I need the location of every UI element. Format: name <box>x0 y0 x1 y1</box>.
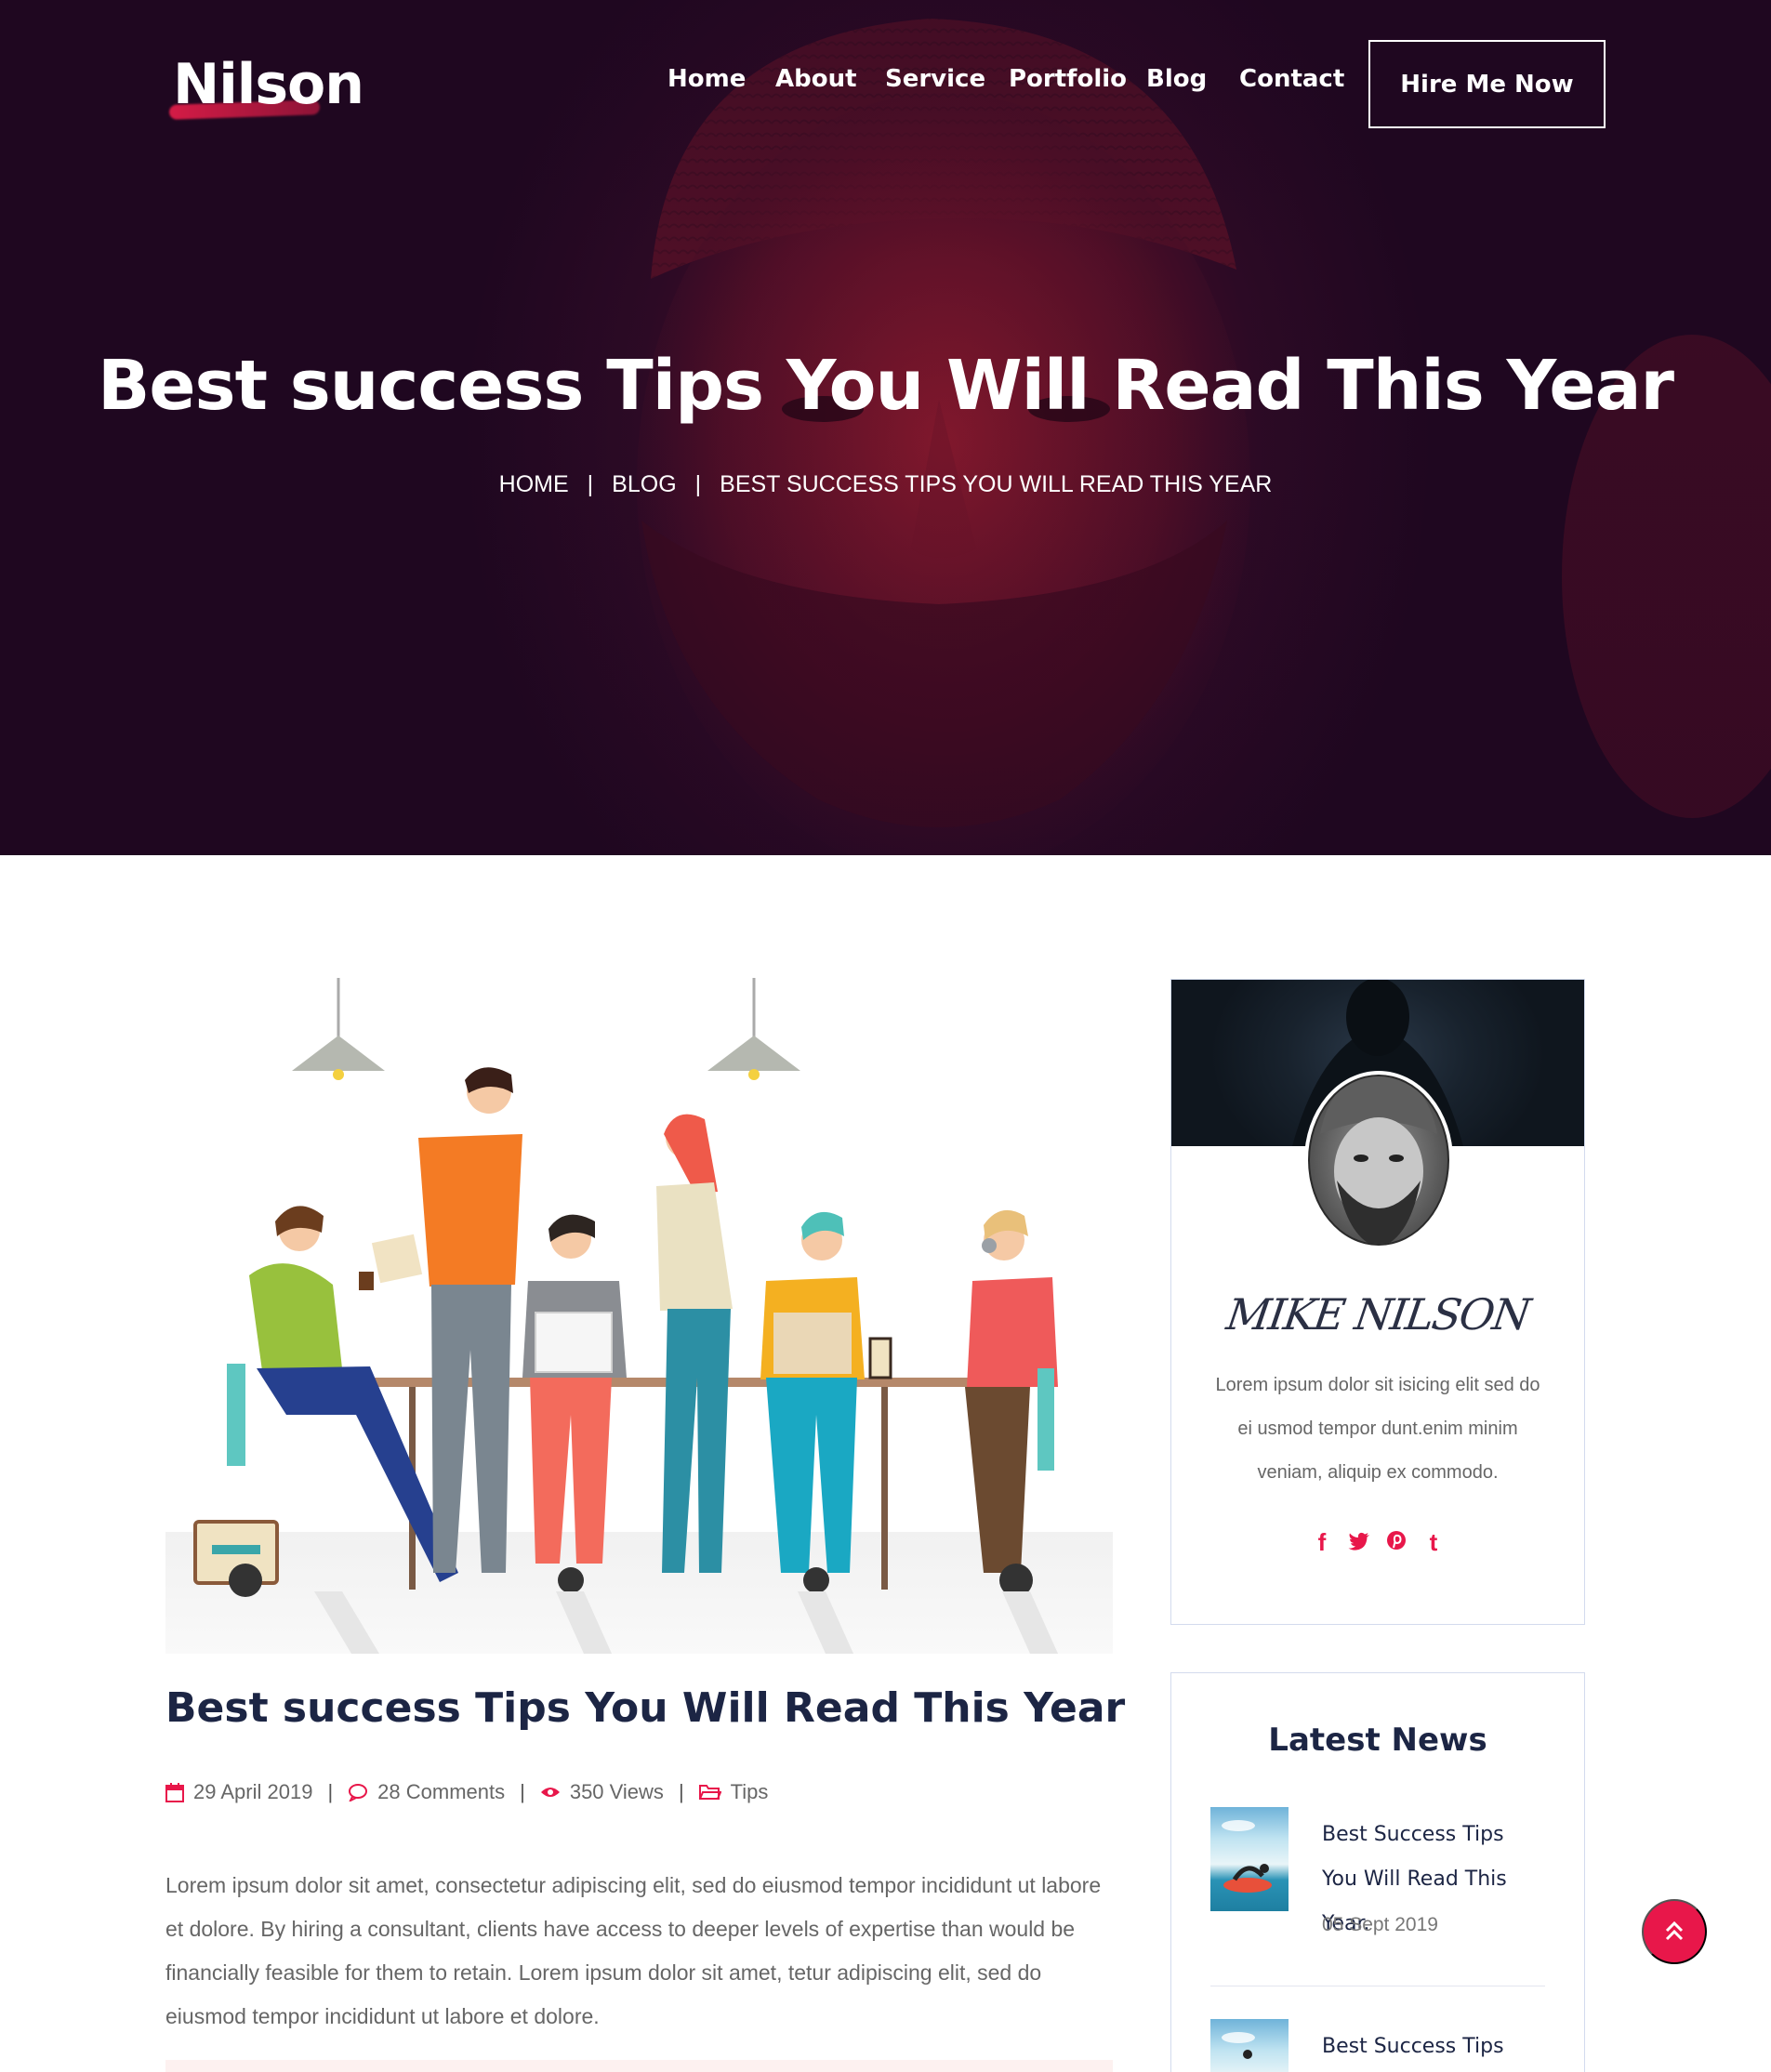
nav-blog[interactable]: Blog <box>1146 65 1207 93</box>
author-signature: MIKE NILSON <box>1223 1289 1532 1340</box>
comment-icon <box>348 1783 368 1801</box>
hero-banner: Nilson Home About Service Portfolio Blog… <box>0 0 1771 855</box>
team-meeting-illustration <box>165 978 1113 1654</box>
meta-separator: | <box>678 1780 684 1803</box>
post-category[interactable]: Tips <box>731 1780 769 1804</box>
nav-home[interactable]: Home <box>667 65 746 93</box>
author-social-links: f t <box>1171 1528 1584 1557</box>
news-title[interactable]: Best Success Tips You <box>1322 2025 1545 2072</box>
breadcrumb-current: BEST SUCCESS TIPS YOU WILL READ THIS YEA… <box>720 470 1273 497</box>
post-meta: 29 April 2019 | 28 Comments | 350 Views … <box>165 1780 768 1804</box>
nav-portfolio[interactable]: Portfolio <box>1009 65 1127 93</box>
news-item[interactable]: Best Success Tips You Will Read This Yea… <box>1210 1807 1545 1947</box>
double-chevron-up-icon <box>1664 1920 1685 1945</box>
post-comments[interactable]: 28 Comments <box>377 1780 505 1804</box>
folder-icon <box>698 1784 721 1801</box>
page-title: Best success Tips You Will Read This Yea… <box>97 346 1674 426</box>
latest-news-widget: Latest News Best Success Tips You Will R… <box>1170 1672 1585 2072</box>
author-widget: MIKE NILSON Lorem ipsum dolor sit isicin… <box>1170 979 1585 1625</box>
breadcrumb: HOME | BLOG | BEST SUCCESS TIPS YOU WILL REA… <box>0 470 1771 498</box>
pinterest-icon[interactable] <box>1383 1528 1409 1557</box>
meta-separator: | <box>520 1780 525 1803</box>
news-thumbnail[interactable] <box>1210 2019 1289 2072</box>
news-thumbnail[interactable] <box>1210 1807 1289 1911</box>
post-date: 29 April 2019 <box>193 1780 313 1803</box>
breadcrumb-home[interactable]: HOME <box>499 471 569 498</box>
site-logo[interactable]: Nilson <box>173 52 364 117</box>
latest-news-heading: Latest News <box>1268 1722 1487 1759</box>
post-featured-image <box>165 978 1113 1654</box>
eye-icon <box>540 1785 561 1800</box>
author-avatar <box>1303 1069 1454 1251</box>
calendar-icon <box>165 1782 184 1802</box>
nav-contact[interactable]: Contact <box>1239 65 1344 93</box>
breadcrumb-separator: | <box>694 470 702 497</box>
scroll-to-top-button[interactable] <box>1642 1899 1707 1964</box>
nav-about[interactable]: About <box>775 65 857 93</box>
hire-me-button[interactable]: Hire Me Now <box>1368 40 1606 128</box>
twitter-icon[interactable] <box>1346 1528 1372 1557</box>
facebook-icon[interactable]: f <box>1309 1528 1335 1557</box>
news-item[interactable]: Best Success Tips You <box>1210 2019 1545 2072</box>
post-excerpt: Lorem ipsum dolor sit amet, consectetur … <box>165 1873 1102 2028</box>
quote-block <box>165 2060 1113 2072</box>
meta-separator: | <box>327 1780 334 1803</box>
author-bio: Lorem ipsum dolor sit isicing elit sed d… <box>1215 1375 1540 1483</box>
post-views: 350 Views <box>569 1780 664 1803</box>
post-title[interactable]: Best success Tips You Will Read This Yea… <box>165 1684 1125 1732</box>
nav-service[interactable]: Service <box>885 65 985 93</box>
hero-overlay <box>0 0 1771 855</box>
news-date: 05 Sept 2019 <box>1322 1914 1438 1935</box>
tumblr-icon[interactable]: t <box>1421 1528 1447 1557</box>
breadcrumb-separator: | <box>587 470 594 497</box>
breadcrumb-blog[interactable]: BLOG <box>612 471 676 498</box>
